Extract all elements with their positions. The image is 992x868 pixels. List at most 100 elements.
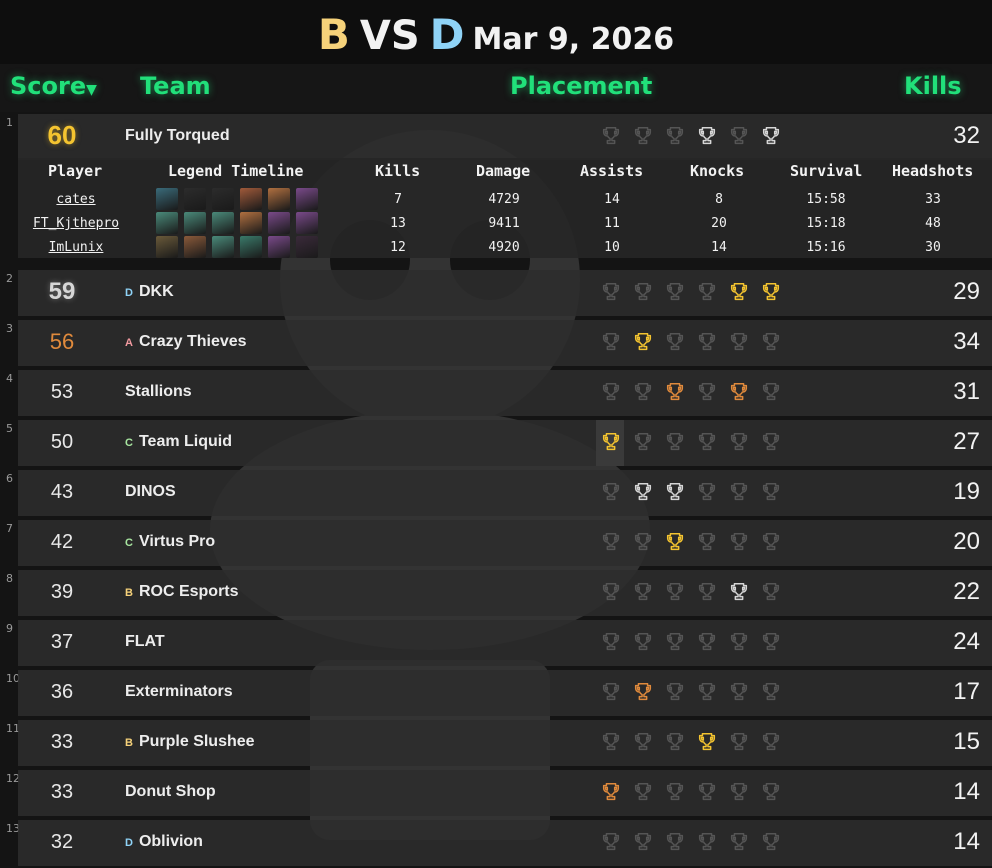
rank-number: 5 <box>6 422 13 435</box>
trophy-icon <box>696 481 718 503</box>
trophy-icon <box>600 531 622 553</box>
player-stat-cell: 8 <box>715 192 723 207</box>
team-name-label: ROC Esports <box>138 583 239 600</box>
rank-number: 8 <box>6 572 13 585</box>
rank-number: 9 <box>6 622 13 635</box>
trophy-icon <box>632 125 654 147</box>
player-stat-cell: 10 <box>604 240 620 255</box>
trophy-icon <box>600 681 622 703</box>
team-score: 42 <box>50 531 74 553</box>
trophy-icon <box>664 125 686 147</box>
team-name-label: Purple Slushee <box>138 733 255 750</box>
score-header-label: Score <box>10 72 87 100</box>
player-stat-cell: 33 <box>925 192 941 207</box>
trophy-icon <box>632 781 654 803</box>
legend-portrait-icon <box>184 236 206 258</box>
standings-row[interactable]: 2 59 D DKK 29 <box>0 270 992 318</box>
score-column-header[interactable]: Score▼ <box>10 72 97 100</box>
trophy-icon <box>696 581 718 603</box>
player-name-link[interactable]: ImLunix <box>16 240 136 255</box>
team-kills: 14 <box>953 778 980 805</box>
player-name-link[interactable]: cates <box>16 192 136 207</box>
legend-portrait-icon <box>296 188 318 210</box>
standings-row[interactable]: 6 43 DINOS 19 <box>0 470 992 518</box>
team-kills: 20 <box>953 528 980 555</box>
trophy-icon <box>728 381 750 403</box>
player-name-link[interactable]: FT_Kjthepro <box>16 216 136 231</box>
trophy-icon <box>696 125 718 147</box>
legend-portrait-icon <box>240 236 262 258</box>
team-name-label: Donut Shop <box>125 783 216 800</box>
team-name-label: Oblivion <box>138 833 203 850</box>
match-date: Mar 9, 2026 <box>472 22 675 57</box>
team-kills: 17 <box>953 678 980 705</box>
standings-row[interactable]: 1 60 Fully Torqued 32 <box>0 114 992 162</box>
player-stat-cell: 14 <box>604 192 620 207</box>
player-stat-cell: 4920 <box>488 240 520 255</box>
trophy-icon <box>664 581 686 603</box>
legend-portrait-icon <box>156 212 178 234</box>
rank-number: 7 <box>6 522 13 535</box>
team-kills: 14 <box>953 828 980 855</box>
standings-row[interactable]: 11 33 B Purple Slushee 15 <box>0 720 992 768</box>
trophy-icon <box>760 531 782 553</box>
details-column-header: Headshots <box>892 162 974 180</box>
player-stat-cell: 20 <box>711 216 727 231</box>
group-badge: C <box>125 437 133 449</box>
team-name: Stallions <box>125 383 192 401</box>
player-stat-cell: 11 <box>604 216 620 231</box>
trophy-icon <box>600 381 622 403</box>
trophy-icon <box>760 431 782 453</box>
team-score: 36 <box>50 681 74 703</box>
details-column-header: Damage <box>476 162 531 180</box>
standings-row[interactable]: 9 37 FLAT 24 <box>0 620 992 668</box>
player-stat-cell: 15:18 <box>806 216 846 231</box>
team-details-panel: Player Legend Timeline Kills Damage Assists K… <box>18 158 992 258</box>
legend-portrait-icon <box>296 236 318 258</box>
standings-row[interactable]: 10 36 Exterminators 17 <box>0 670 992 718</box>
team-name-label: Team Liquid <box>138 433 232 450</box>
trophy-icon <box>664 731 686 753</box>
team-name-label: FLAT <box>125 633 165 650</box>
standings-row[interactable]: 4 53 Stallions 31 <box>0 370 992 418</box>
team-name: B ROC Esports <box>125 583 239 601</box>
team-score: 37 <box>50 631 74 653</box>
player-stat-cell: 7 <box>394 192 402 207</box>
rank-number: 2 <box>6 272 13 285</box>
team-name: C Team Liquid <box>125 433 232 451</box>
standings-row[interactable]: 13 32 D Oblivion 14 <box>0 820 992 868</box>
standings-row[interactable]: 3 56 A Crazy Thieves 34 <box>0 320 992 368</box>
trophy-icon <box>632 631 654 653</box>
legend-portrait-icon <box>184 188 206 210</box>
trophy-icon <box>632 431 654 453</box>
standings-row[interactable]: 12 33 Donut Shop 14 <box>0 770 992 818</box>
trophy-icon <box>600 581 622 603</box>
rank-number: 6 <box>6 472 13 485</box>
team-kills: 29 <box>953 278 980 305</box>
trophy-icon <box>760 331 782 353</box>
trophy-icon <box>632 381 654 403</box>
team-name-label: DKK <box>138 283 174 300</box>
team-name-label: DINOS <box>125 483 176 500</box>
trophy-icon <box>632 731 654 753</box>
standings-row[interactable]: 8 39 B ROC Esports 22 <box>0 570 992 618</box>
legend-portrait-icon <box>156 188 178 210</box>
legend-portrait-icon <box>268 236 290 258</box>
player-stat-cell: 4729 <box>488 192 520 207</box>
team-kills: 32 <box>953 122 980 149</box>
standings-row[interactable]: 5 50 C Team Liquid 27 <box>0 420 992 468</box>
trophy-icon <box>600 431 622 453</box>
trophy-icon <box>728 125 750 147</box>
trophy-icon <box>632 831 654 853</box>
standings-row[interactable]: 7 42 C Virtus Pro 20 <box>0 520 992 568</box>
player-stat-cell: 13 <box>390 216 406 231</box>
trophy-icon <box>728 731 750 753</box>
trophy-icon <box>664 431 686 453</box>
trophy-icon <box>728 581 750 603</box>
trophy-icon <box>760 125 782 147</box>
legend-portrait-icon <box>212 188 234 210</box>
trophy-icon <box>664 831 686 853</box>
team-score: 33 <box>50 731 74 753</box>
team-name: FLAT <box>125 633 165 651</box>
legend-portrait-icon <box>296 212 318 234</box>
